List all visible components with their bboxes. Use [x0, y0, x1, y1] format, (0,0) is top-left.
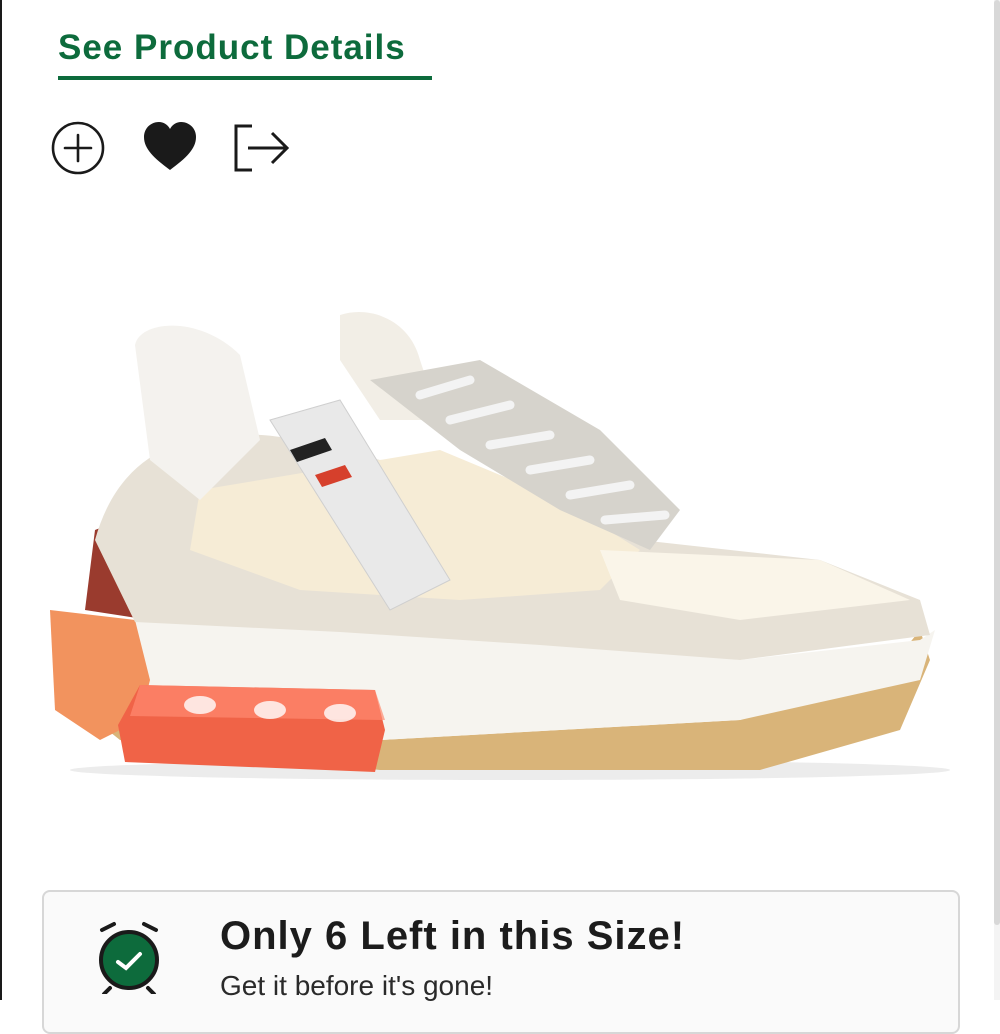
favorite-button[interactable]	[140, 118, 200, 178]
page-left-border	[0, 0, 2, 1000]
add-button[interactable]	[48, 118, 108, 178]
scrollbar-thumb[interactable]	[994, 0, 1000, 925]
product-image[interactable]	[40, 300, 960, 800]
plus-circle-icon	[51, 121, 105, 175]
alarm-clock-icon	[92, 920, 166, 994]
low-stock-subtitle: Get it before it's gone!	[220, 970, 494, 1001]
see-product-details-link[interactable]: See Product Details	[58, 28, 406, 68]
low-stock-banner: Only 6 Left in this Size! Get it before …	[42, 890, 960, 1034]
share-arrow-icon	[234, 124, 290, 172]
low-stock-title: Only 6 Left in this Size!	[220, 914, 686, 958]
share-button[interactable]	[230, 118, 290, 178]
sneaker-image	[50, 312, 950, 780]
scrollbar-track[interactable]	[994, 0, 1000, 1000]
heart-icon	[144, 122, 196, 170]
details-link-underline	[58, 76, 432, 80]
